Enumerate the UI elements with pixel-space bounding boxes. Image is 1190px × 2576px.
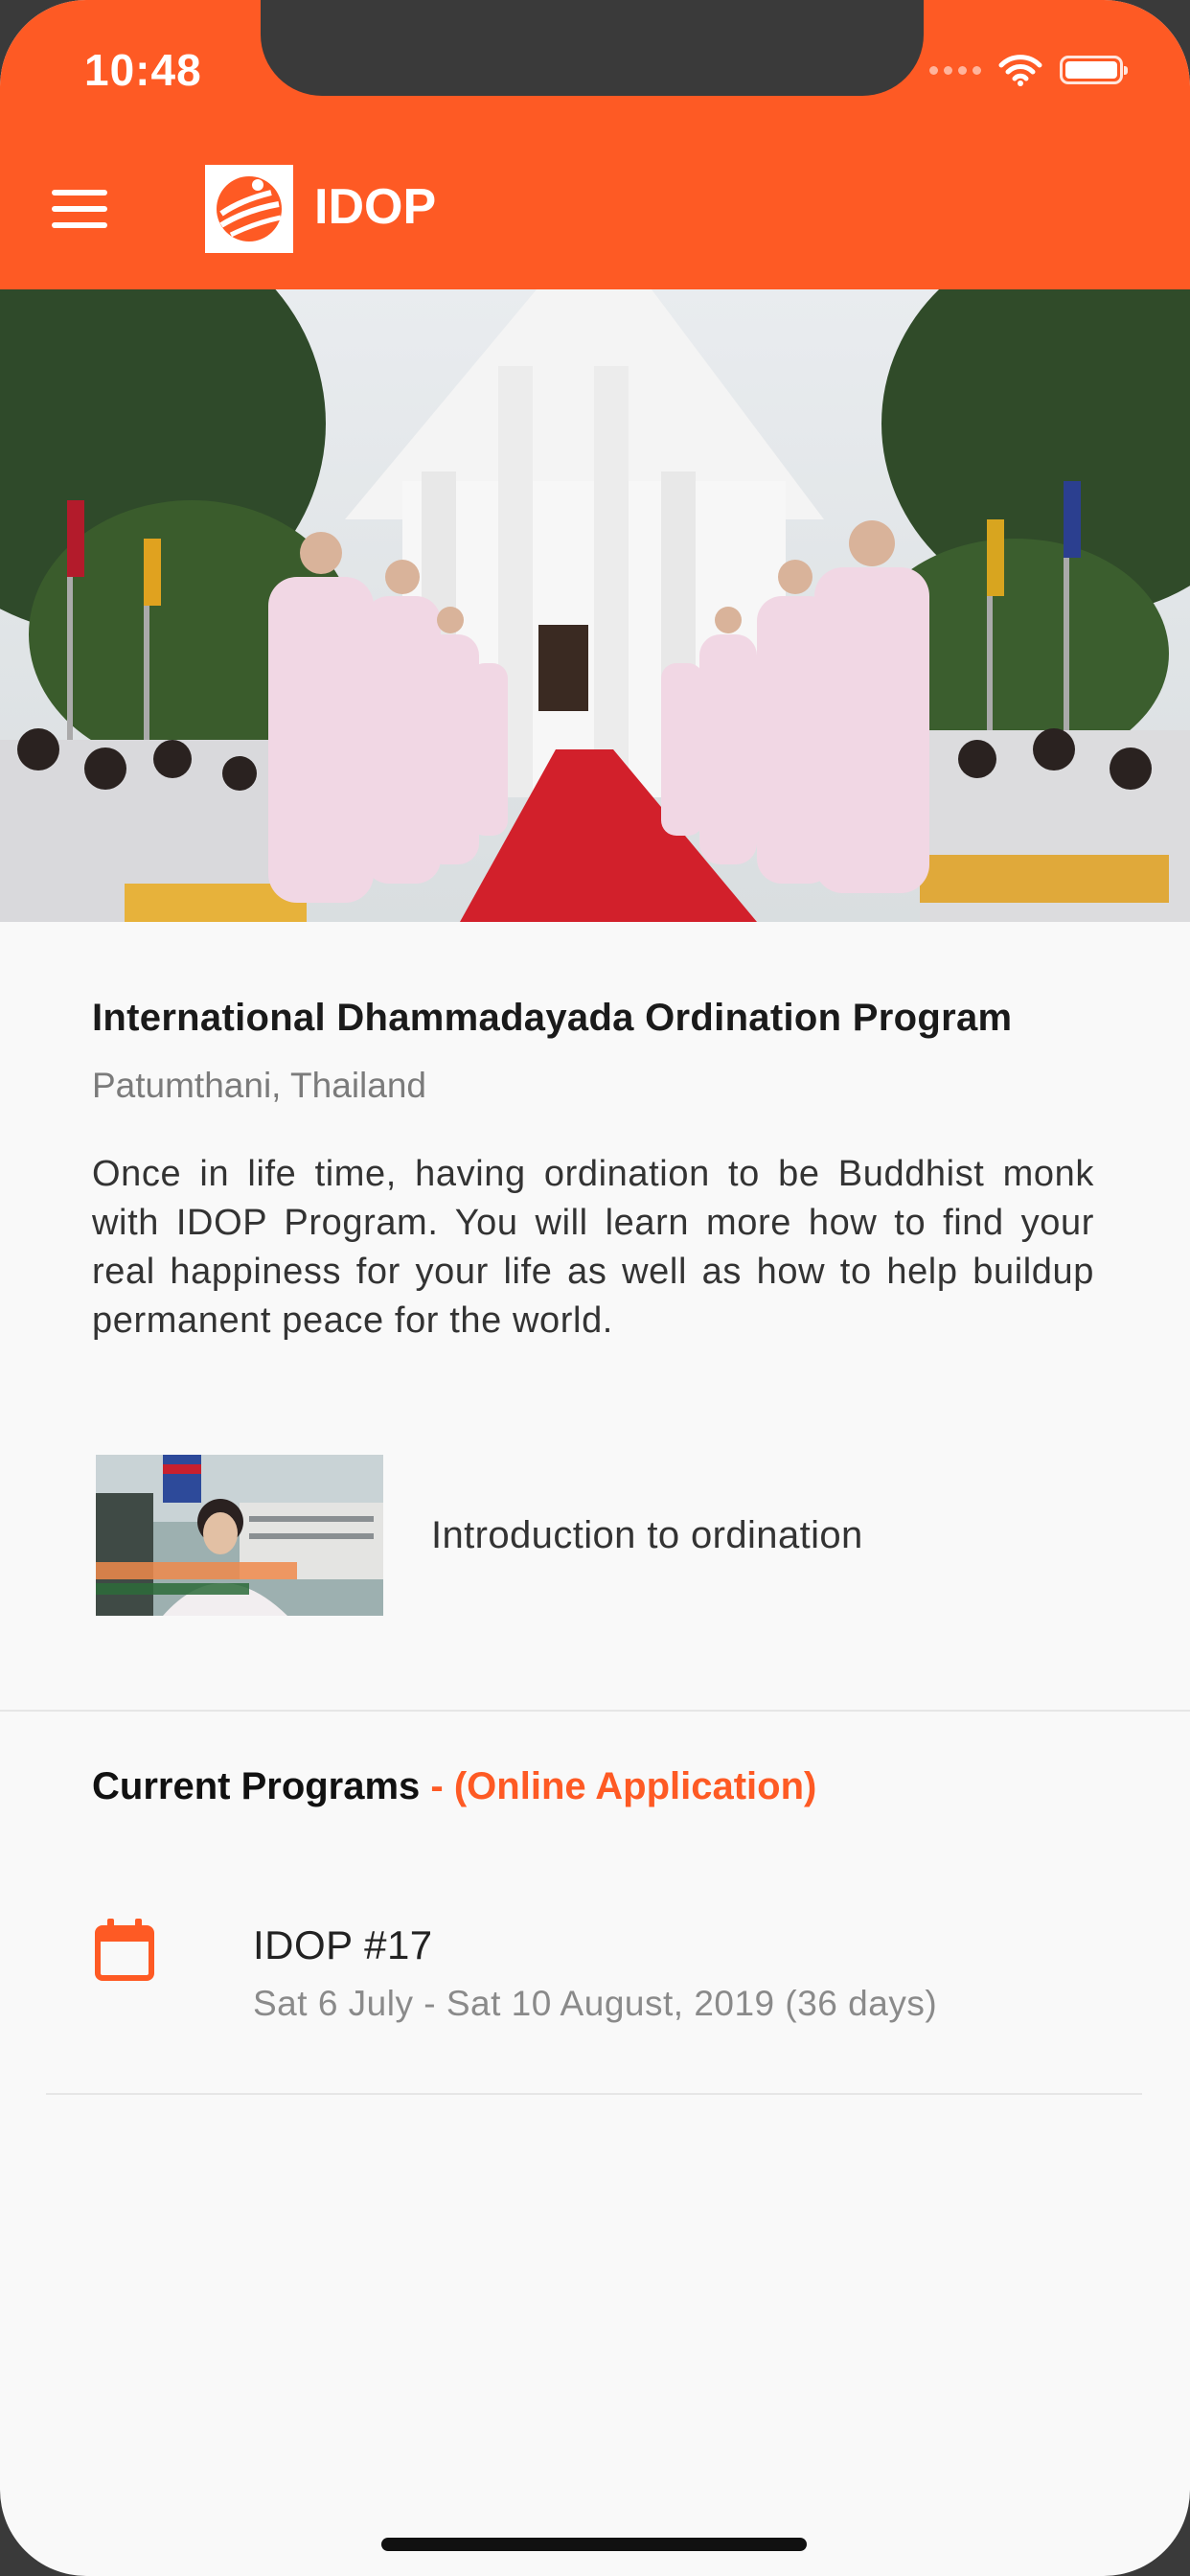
current-programs-heading: Current Programs - (Online Application) <box>92 1765 816 1808</box>
app-title: IDOP <box>314 179 437 235</box>
signal-icon <box>929 65 981 75</box>
program-description: Once in life time, having ordination to … <box>92 1154 1094 1341</box>
status-time: 10:48 <box>84 45 202 95</box>
program-title: International Dhammadayada Ordination Pr… <box>92 997 1013 1039</box>
current-programs-label: Current Programs <box>92 1765 421 1807</box>
calendar-icon <box>95 1919 154 1981</box>
menu-button[interactable] <box>52 190 107 230</box>
section-divider <box>0 1710 1190 1712</box>
list-divider <box>46 2093 1142 2095</box>
home-indicator[interactable] <box>381 2538 807 2551</box>
program-name[interactable]: IDOP #17 <box>253 1922 433 1968</box>
video-thumbnail[interactable] <box>96 1455 383 1616</box>
program-list-item[interactable]: IDOP #17 Sat 6 July - Sat 10 August, 201… <box>0 1890 1190 2034</box>
app-header: 10:48 IDOP <box>0 0 1190 289</box>
online-application-label: - (Online Application) <box>420 1765 817 1807</box>
battery-icon <box>1060 56 1128 84</box>
hero-image <box>0 289 1190 922</box>
program-location: Patumthani, Thailand <box>92 1066 426 1105</box>
wifi-icon <box>998 55 1042 86</box>
app-screen: 10:48 IDOP International Dhammadayada Or… <box>0 0 1190 2576</box>
program-dates: Sat 6 July - Sat 10 August, 2019 (36 day… <box>253 1984 938 2023</box>
logo-icon <box>205 165 293 253</box>
status-indicators <box>929 54 1128 86</box>
video-label[interactable]: Introduction to ordination <box>431 1514 863 1557</box>
intro-video-link[interactable]: Introduction to ordination <box>96 1455 1054 1618</box>
device-notch <box>261 0 924 96</box>
